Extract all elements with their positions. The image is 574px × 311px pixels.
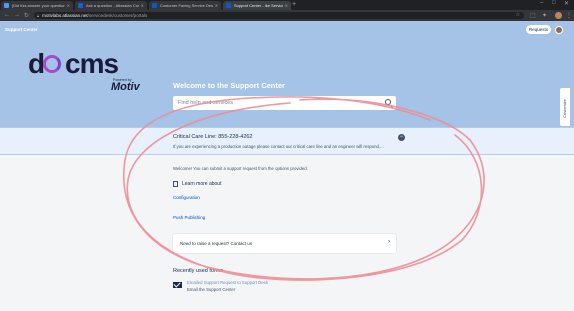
lock-icon: 🔒︎ bbox=[37, 13, 40, 18]
minimize-icon[interactable]: – bbox=[540, 0, 543, 6]
close-icon[interactable]: ✕ bbox=[141, 3, 144, 8]
search-icon[interactable] bbox=[385, 99, 391, 105]
browser-tab-strip: [Did this answer your question?] ✕ Ask a… bbox=[0, 0, 574, 10]
tab-favicon-icon bbox=[226, 3, 231, 8]
window-close-icon[interactable]: ✕ bbox=[564, 0, 569, 7]
learn-more-label: Learn more about bbox=[182, 181, 222, 187]
logo-ring-icon bbox=[43, 55, 61, 73]
book-icon bbox=[173, 181, 178, 187]
recent-forms-heading: Recently used forms bbox=[173, 268, 224, 274]
portal-banner: Support Center Requests d cms Powered by… bbox=[0, 21, 574, 127]
browser-tab-3[interactable]: Customer Facing Service Desk ✕ bbox=[149, 1, 221, 10]
user-avatar[interactable] bbox=[555, 26, 563, 34]
collapse-icon[interactable]: − bbox=[398, 134, 405, 141]
forward-icon[interactable]: → bbox=[14, 12, 20, 18]
raise-request-card[interactable]: Need to raise a request? Contact us › bbox=[173, 234, 396, 253]
raise-request-label: Need to raise a request? Contact us bbox=[180, 241, 253, 246]
logo-cms-text: cms bbox=[65, 48, 119, 79]
extensions-puzzle-icon[interactable]: ✦ bbox=[542, 12, 547, 19]
motiv-logo: Motiv bbox=[111, 81, 140, 93]
close-icon[interactable]: ✕ bbox=[67, 3, 70, 8]
url-host: motivlabs.atlassian.net bbox=[42, 13, 88, 18]
critical-care-notice: Critical Care Line: 855-228-4262 If you … bbox=[0, 127, 574, 155]
tab-favicon-icon bbox=[78, 3, 83, 8]
logo-letter-d: d bbox=[28, 48, 45, 79]
envelope-icon bbox=[173, 282, 182, 288]
address-bar[interactable]: 🔒︎ motivlabs.atlassian.net /servicedesk/… bbox=[34, 12, 524, 19]
tab-favicon-icon bbox=[152, 3, 157, 8]
url-path: /servicedesk/customer/portals bbox=[87, 13, 148, 18]
browser-tab-2[interactable]: Ask a question - Atlassian Comm ✕ bbox=[75, 1, 147, 10]
bookmark-star-icon[interactable]: ☆ bbox=[516, 12, 520, 18]
intro-text: Welcome! You can submit a support reques… bbox=[173, 166, 308, 171]
tab-title: [Did this answer your question?] bbox=[12, 3, 65, 8]
maximize-icon[interactable]: □ bbox=[552, 0, 556, 6]
close-icon[interactable]: ✕ bbox=[215, 3, 218, 8]
back-icon[interactable]: ← bbox=[4, 12, 10, 18]
recent-form-link[interactable]: Emailed Support Request to Support Desk bbox=[187, 280, 268, 285]
search-input[interactable]: Find help and services bbox=[173, 96, 396, 110]
customize-label: Customize bbox=[562, 99, 567, 118]
customize-panel-tab[interactable]: Customize bbox=[560, 88, 570, 126]
search-placeholder: Find help and services bbox=[178, 100, 234, 106]
chevron-right-icon: › bbox=[388, 239, 390, 245]
welcome-heading: Welcome to the Support Center bbox=[173, 81, 285, 90]
browser-tab-4-active[interactable]: Support Center - Ike Service Me ✕ bbox=[223, 1, 291, 10]
critical-care-title: Critical Care Line: 855-228-4262 bbox=[173, 134, 253, 140]
learn-more-heading: Learn more about bbox=[173, 181, 221, 187]
browser-profile-avatar[interactable] bbox=[555, 12, 562, 19]
tab-favicon-icon bbox=[4, 3, 9, 8]
extension-icon[interactable]: ⬚ bbox=[530, 12, 536, 19]
configuration-link[interactable]: Configuration bbox=[173, 195, 200, 200]
close-icon[interactable]: ✕ bbox=[285, 3, 288, 8]
new-tab-icon[interactable]: + bbox=[292, 1, 296, 8]
menu-kebab-icon[interactable]: ⋮ bbox=[566, 12, 572, 19]
portal-name-link[interactable]: Support Center bbox=[5, 27, 38, 32]
push-publishing-link[interactable]: Push Publishing bbox=[173, 215, 205, 220]
critical-care-message: If you are experiencing a production out… bbox=[173, 144, 384, 149]
tab-title: Customer Facing Service Desk bbox=[160, 3, 213, 8]
requests-button[interactable]: Requests bbox=[526, 25, 551, 34]
browser-tab-1[interactable]: [Did this answer your question?] ✕ bbox=[1, 1, 73, 10]
reload-icon[interactable]: ↻ bbox=[24, 12, 29, 19]
browser-toolbar: ← → ↻ 🔒︎ motivlabs.atlassian.net /servic… bbox=[0, 10, 574, 21]
tab-title: Ask a question - Atlassian Comm bbox=[86, 3, 139, 8]
recent-form-description: Email the Support Center bbox=[187, 287, 236, 292]
tab-title: Support Center - Ike Service Me bbox=[234, 3, 283, 8]
